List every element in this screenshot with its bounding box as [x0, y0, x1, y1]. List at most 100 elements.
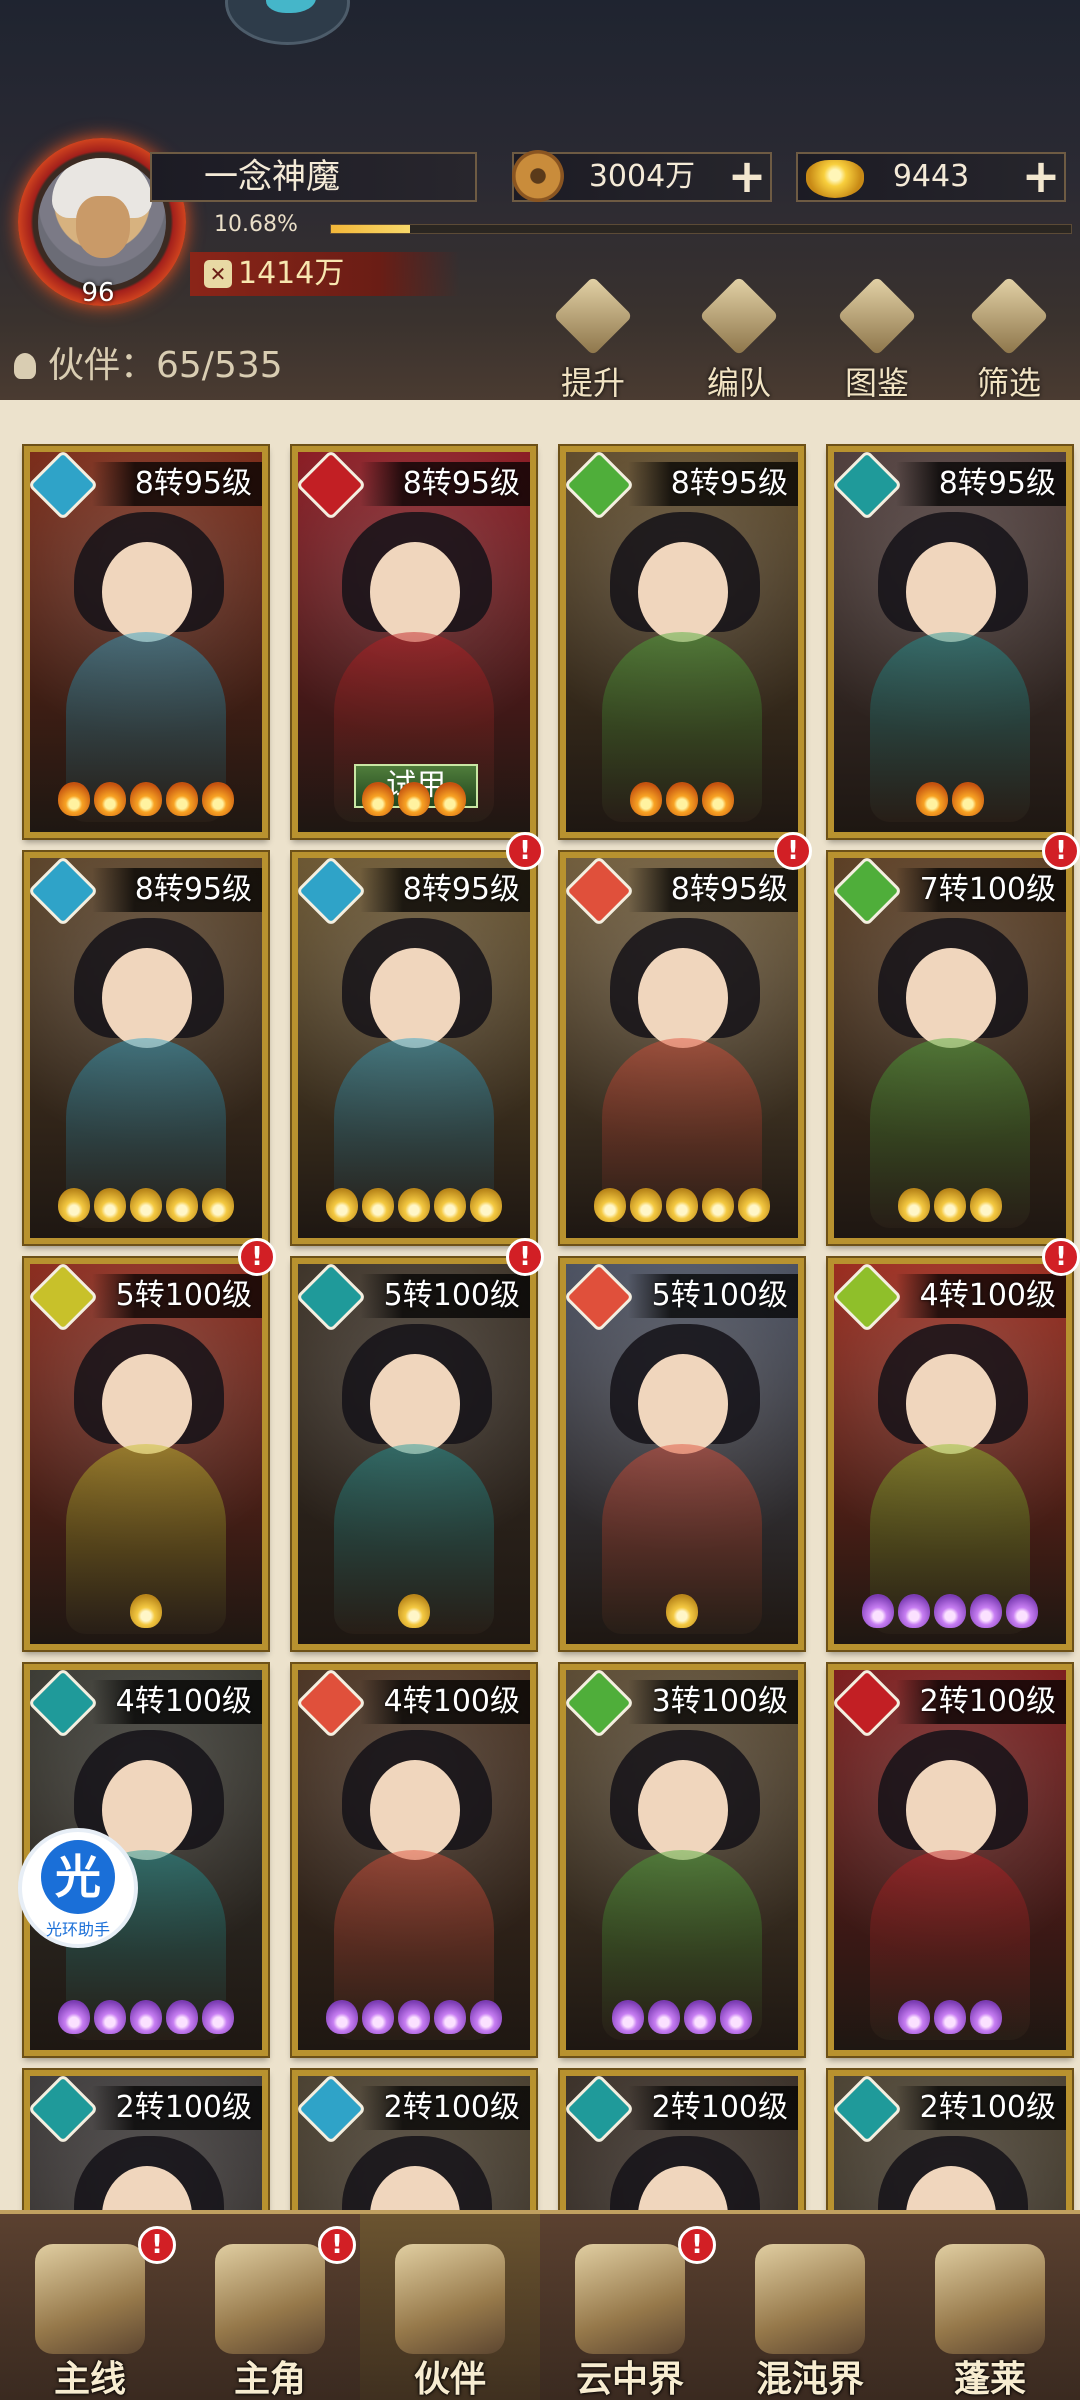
- card-level: 8转95级: [360, 462, 530, 506]
- flame-star-icon: [666, 1594, 698, 1628]
- flame-star-icon: [94, 2000, 126, 2034]
- star-rating: [30, 2000, 262, 2042]
- nav-label: 主角: [233, 2359, 306, 2400]
- upgrade-button[interactable]: 提升: [538, 276, 648, 402]
- flame-star-icon: [130, 1188, 162, 1222]
- nav-companion[interactable]: 伙伴: [360, 2214, 540, 2400]
- companion-card[interactable]: 8转95级: [560, 446, 804, 838]
- nav-label: 云中界: [575, 2359, 684, 2400]
- companion-card[interactable]: 8转95级: [560, 852, 804, 1244]
- nav-label: 伙伴: [413, 2359, 486, 2400]
- character-face: [906, 948, 996, 1048]
- nav-alert-badge-icon: !: [138, 2226, 176, 2264]
- upgrade-label: 提升: [560, 364, 625, 402]
- chaos-realm-icon: [755, 2244, 865, 2354]
- nav-chaos-realm[interactable]: 混沌界: [720, 2214, 900, 2400]
- companion-card[interactable]: 8转95级: [828, 446, 1072, 838]
- top-pet-icon[interactable]: [225, 0, 350, 45]
- add-copper-button[interactable]: +: [720, 150, 774, 204]
- flame-star-icon: [630, 782, 662, 816]
- character-face: [370, 1354, 460, 1454]
- companion-count: 伙伴：65/535: [14, 336, 283, 388]
- flame-star-icon: [898, 1594, 930, 1628]
- upgrade-icon: [553, 276, 633, 356]
- card-level: 2转100级: [896, 1680, 1066, 1724]
- companion-card[interactable]: 2转100级: [292, 2070, 536, 2210]
- star-rating: [566, 782, 798, 824]
- helper-caption: 光环助手: [45, 1920, 110, 1939]
- copper-amount: 3004万: [588, 159, 696, 194]
- companion-card[interactable]: 5转100级: [24, 1258, 268, 1650]
- companion-card[interactable]: 4转100级: [828, 1258, 1072, 1650]
- alert-badge-icon: !: [506, 1238, 544, 1276]
- card-level: 2转100级: [360, 2086, 530, 2130]
- flame-star-icon: [58, 1188, 90, 1222]
- player-avatar[interactable]: [38, 158, 166, 286]
- exp-bar-fill: [331, 225, 411, 233]
- flame-star-icon: [898, 2000, 930, 2034]
- flame-star-icon: [398, 1594, 430, 1628]
- exp-percent: 10.68%: [214, 212, 298, 237]
- companion-count-text: 伙伴：65/535: [48, 345, 283, 386]
- player-level: 96: [81, 278, 115, 308]
- copper-currency: 3004万 +: [512, 150, 774, 204]
- nav-penglai[interactable]: 蓬莱: [900, 2214, 1080, 2400]
- flame-star-icon: [470, 2000, 502, 2034]
- star-rating: [566, 1188, 798, 1230]
- companion-card[interactable]: 8转95级试用: [292, 446, 536, 838]
- card-level: 8转95级: [628, 462, 798, 506]
- flame-star-icon: [94, 782, 126, 816]
- companion-card[interactable]: 5转100级: [292, 1258, 536, 1650]
- companion-card[interactable]: 2转100级: [828, 2070, 1072, 2210]
- flame-star-icon: [862, 1594, 894, 1628]
- gold-ingot-icon: [806, 160, 864, 198]
- filter-label: 筛选: [976, 364, 1041, 402]
- companion-card[interactable]: 8转95级: [24, 852, 268, 1244]
- formation-button[interactable]: 编队: [684, 276, 794, 402]
- companion-card[interactable]: 7转100级: [828, 852, 1072, 1244]
- card-level: 8转95级: [896, 462, 1066, 506]
- flame-star-icon: [166, 2000, 198, 2034]
- formation-icon: [699, 276, 779, 356]
- character-face: [906, 1760, 996, 1860]
- star-rating: [834, 782, 1066, 824]
- card-level: 7转100级: [896, 868, 1066, 912]
- flame-star-icon: [970, 1188, 1002, 1222]
- hero-icon: [215, 2244, 325, 2354]
- flame-star-icon: [202, 1188, 234, 1222]
- codex-button[interactable]: 图鉴: [822, 276, 932, 402]
- nav-alert-badge-icon: !: [318, 2226, 356, 2264]
- companion-card[interactable]: 2转100级: [24, 2070, 268, 2210]
- companion-card[interactable]: 4转100级: [292, 1664, 536, 2056]
- companion-card[interactable]: 2转100级: [560, 2070, 804, 2210]
- flame-star-icon: [434, 782, 466, 816]
- floating-helper-button[interactable]: 光 光环助手: [18, 1828, 138, 1948]
- companion-card[interactable]: 2转100级: [828, 1664, 1072, 2056]
- companion-grid[interactable]: 8转95级8转95级试用8转95级8转95级8转95级8转95级!8转95级!7…: [0, 400, 1080, 2210]
- companion-card[interactable]: 8转95级: [292, 852, 536, 1244]
- penglai-icon: [935, 2244, 1045, 2354]
- companion-card[interactable]: 3转100级: [560, 1664, 804, 2056]
- flame-star-icon: [58, 782, 90, 816]
- flame-star-icon: [916, 782, 948, 816]
- player-name-plate: 一念神魔: [150, 152, 477, 202]
- exp-bar: [330, 224, 1072, 234]
- add-gold-button[interactable]: +: [1014, 150, 1068, 204]
- star-rating: [30, 782, 262, 824]
- flame-star-icon: [630, 1188, 662, 1222]
- flame-star-icon: [202, 2000, 234, 2034]
- flame-star-icon: [130, 782, 162, 816]
- card-level: 5转100级: [92, 1274, 262, 1318]
- character-face: [370, 1760, 460, 1860]
- filter-button[interactable]: 筛选: [954, 276, 1064, 402]
- card-level: 4转100级: [360, 1680, 530, 1724]
- flame-star-icon: [362, 1188, 394, 1222]
- character-face: [102, 948, 192, 1048]
- flame-star-icon: [934, 1188, 966, 1222]
- nav-alert-badge-icon: !: [678, 2226, 716, 2264]
- alert-badge-icon: !: [1042, 1238, 1080, 1276]
- flame-star-icon: [970, 2000, 1002, 2034]
- companion-card[interactable]: 8转95级: [24, 446, 268, 838]
- flame-star-icon: [326, 2000, 358, 2034]
- companion-card[interactable]: 5转100级: [560, 1258, 804, 1650]
